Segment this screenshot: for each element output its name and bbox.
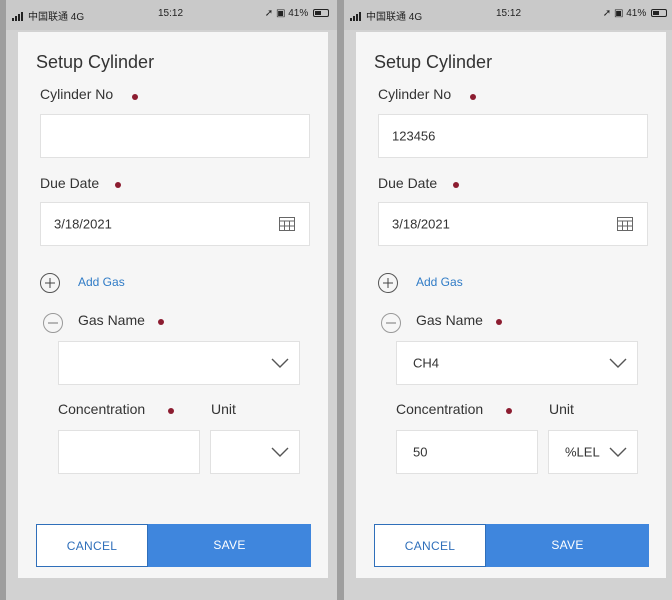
location-icon: ➚ xyxy=(602,8,612,19)
battery-percent: 41% xyxy=(626,8,647,19)
carrier-name: 中国联通 xyxy=(28,12,68,23)
required-indicator xyxy=(115,182,121,188)
phone-screen-left: 中国联通 4G 15:12 ➚ ▣ 41% Setup Cylinder Cyl… xyxy=(6,0,337,600)
cancel-button[interactable]: CANCEL xyxy=(374,524,486,567)
status-right: ➚ ▣ 41% xyxy=(603,8,667,19)
cylinder-no-input[interactable] xyxy=(40,114,310,158)
plus-icon xyxy=(383,278,393,288)
required-indicator xyxy=(453,182,459,188)
concentration-value: 50 xyxy=(413,444,428,460)
unit-select[interactable] xyxy=(210,430,300,474)
cylinder-no-input[interactable]: 123456 xyxy=(378,114,648,158)
add-gas-link[interactable]: Add Gas xyxy=(416,275,463,289)
due-date-input[interactable]: 3/18/2021 xyxy=(378,202,648,246)
signal-icon xyxy=(12,12,26,21)
due-date-value: 3/18/2021 xyxy=(392,216,450,232)
gas-name-label: Gas Name xyxy=(78,312,145,328)
required-indicator xyxy=(168,408,174,414)
calendar-icon[interactable] xyxy=(279,217,295,231)
required-indicator xyxy=(470,94,476,100)
cylinder-no-label: Cylinder No xyxy=(378,86,452,102)
chevron-down-icon xyxy=(609,447,627,457)
concentration-input[interactable]: 50 xyxy=(396,430,538,474)
battery-icon xyxy=(651,9,667,17)
chevron-down-icon xyxy=(271,358,289,368)
status-time: 15:12 xyxy=(158,8,184,19)
status-bar: 中国联通 4G 15:12 ➚ ▣ 41% xyxy=(344,0,672,30)
location-icon: ➚ xyxy=(264,8,274,19)
unit-value: %LEL xyxy=(565,444,600,460)
add-gas-link[interactable]: Add Gas xyxy=(78,275,125,289)
gas-name-label: Gas Name xyxy=(416,312,483,328)
unit-select[interactable]: %LEL xyxy=(548,430,638,474)
network-type: 4G xyxy=(70,12,85,23)
required-indicator xyxy=(506,408,512,414)
battery-icon xyxy=(313,9,329,17)
add-circle-icon[interactable] xyxy=(378,273,398,293)
cancel-button[interactable]: CANCEL xyxy=(36,524,148,567)
status-carrier: 中国联通 4G xyxy=(350,8,422,23)
status-right: ➚ ▣ 41% xyxy=(265,8,329,19)
status-time: 15:12 xyxy=(496,8,522,19)
phone-screen-right: 中国联通 4G 15:12 ➚ ▣ 41% Setup Cylinder Cyl… xyxy=(344,0,672,600)
minus-icon xyxy=(48,322,58,324)
battery-percent: 41% xyxy=(288,8,309,19)
gas-name-select[interactable] xyxy=(58,341,300,385)
minus-icon xyxy=(386,322,396,324)
due-date-label: Due Date xyxy=(378,175,438,191)
required-indicator xyxy=(132,94,138,100)
setup-cylinder-form: Setup Cylinder Cylinder No Due Date 3/18… xyxy=(18,32,328,578)
unit-label: Unit xyxy=(211,401,236,417)
remove-circle-icon[interactable] xyxy=(381,313,401,333)
remove-circle-icon[interactable] xyxy=(43,313,63,333)
page-title: Setup Cylinder xyxy=(374,52,493,72)
chevron-down-icon xyxy=(271,447,289,457)
unit-label: Unit xyxy=(549,401,574,417)
required-indicator xyxy=(496,319,502,325)
concentration-input[interactable] xyxy=(58,430,200,474)
gas-name-select[interactable]: CH4 xyxy=(396,341,638,385)
status-carrier: 中国联通 4G xyxy=(12,8,84,23)
cylinder-no-label: Cylinder No xyxy=(40,86,114,102)
setup-cylinder-form: Setup Cylinder Cylinder No 123456 Due Da… xyxy=(356,32,666,578)
gas-name-value: CH4 xyxy=(413,355,440,371)
concentration-label: Concentration xyxy=(396,401,484,417)
lock-icon: ▣ xyxy=(275,8,286,19)
due-date-value: 3/18/2021 xyxy=(54,216,112,232)
add-circle-icon[interactable] xyxy=(40,273,60,293)
required-indicator xyxy=(158,319,164,325)
save-button[interactable]: SAVE xyxy=(148,524,311,567)
signal-icon xyxy=(350,12,364,21)
network-type: 4G xyxy=(408,12,423,23)
calendar-icon[interactable] xyxy=(617,217,633,231)
page-title: Setup Cylinder xyxy=(36,52,155,72)
cylinder-no-value: 123456 xyxy=(392,128,436,144)
concentration-label: Concentration xyxy=(58,401,146,417)
carrier-name: 中国联通 xyxy=(366,12,406,23)
due-date-input[interactable]: 3/18/2021 xyxy=(40,202,310,246)
due-date-label: Due Date xyxy=(40,175,100,191)
save-button[interactable]: SAVE xyxy=(486,524,649,567)
chevron-down-icon xyxy=(609,358,627,368)
status-bar: 中国联通 4G 15:12 ➚ ▣ 41% xyxy=(6,0,337,30)
lock-icon: ▣ xyxy=(613,8,624,19)
plus-icon xyxy=(45,278,55,288)
